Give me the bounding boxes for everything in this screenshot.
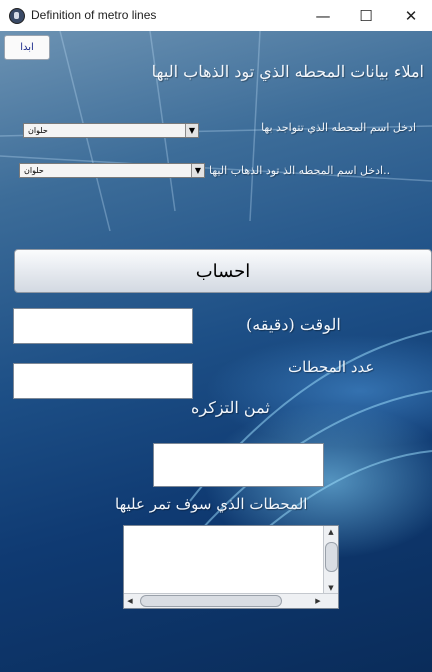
close-button[interactable]: ✕ bbox=[388, 0, 432, 31]
title-bar[interactable]: Definition of metro lines — ☐ ✕ bbox=[0, 0, 432, 31]
current-station-label: ادخل اسم المحطه الذي تتواجد بها bbox=[261, 121, 416, 134]
form-panel: ابدا املاء بيانات المحطه الذي تود الذهاب… bbox=[0, 31, 432, 672]
vertical-scroll-thumb[interactable] bbox=[325, 542, 338, 572]
java-cup-icon bbox=[9, 8, 25, 24]
stations-list[interactable]: ▲ ▼ ◀ ▶ bbox=[123, 525, 339, 609]
current-station-select[interactable]: حلوان ▼ bbox=[23, 123, 199, 138]
horizontal-scroll-thumb[interactable] bbox=[140, 595, 282, 607]
app-window: Definition of metro lines — ☐ ✕ ابدا امل… bbox=[0, 0, 432, 672]
chevron-down-icon: ▼ bbox=[185, 124, 198, 137]
destination-station-select[interactable]: حلوان ▼ bbox=[19, 163, 205, 178]
scrollbar-corner bbox=[324, 594, 338, 608]
vertical-scrollbar[interactable]: ▲ ▼ bbox=[323, 526, 338, 594]
calculate-button[interactable]: احساب bbox=[14, 249, 432, 293]
chevron-down-icon: ▼ bbox=[191, 164, 204, 177]
time-field[interactable] bbox=[13, 308, 193, 344]
scroll-left-icon[interactable]: ◀ bbox=[124, 594, 136, 608]
start-button[interactable]: ابدا bbox=[4, 35, 50, 60]
time-label: الوقت (دقيقه) bbox=[246, 315, 341, 334]
window-title: Definition of metro lines bbox=[31, 8, 157, 22]
current-station-value: حلوان bbox=[28, 126, 48, 135]
minimize-button[interactable]: — bbox=[300, 0, 346, 31]
maximize-button[interactable]: ☐ bbox=[343, 0, 389, 31]
horizontal-scrollbar[interactable]: ◀ ▶ bbox=[124, 593, 338, 608]
stations-count-label: عدد المحطات bbox=[288, 358, 375, 376]
scroll-up-icon[interactable]: ▲ bbox=[324, 526, 338, 538]
stations-count-field[interactable] bbox=[13, 363, 193, 399]
ticket-price-field[interactable] bbox=[153, 443, 324, 487]
scroll-right-icon[interactable]: ▶ bbox=[312, 594, 324, 608]
destination-station-label: ادخل اسم المحطه الذ تود الذهاب اليها.. bbox=[209, 164, 391, 177]
ticket-price-label: ثمن التزكره bbox=[191, 398, 270, 417]
form-heading: املاء بيانات المحطه الذي تود الذهاب اليه… bbox=[151, 62, 424, 81]
destination-station-value: حلوان bbox=[24, 166, 44, 175]
stations-list-label: المحطات الذي سوف تمر عليها bbox=[115, 495, 308, 513]
